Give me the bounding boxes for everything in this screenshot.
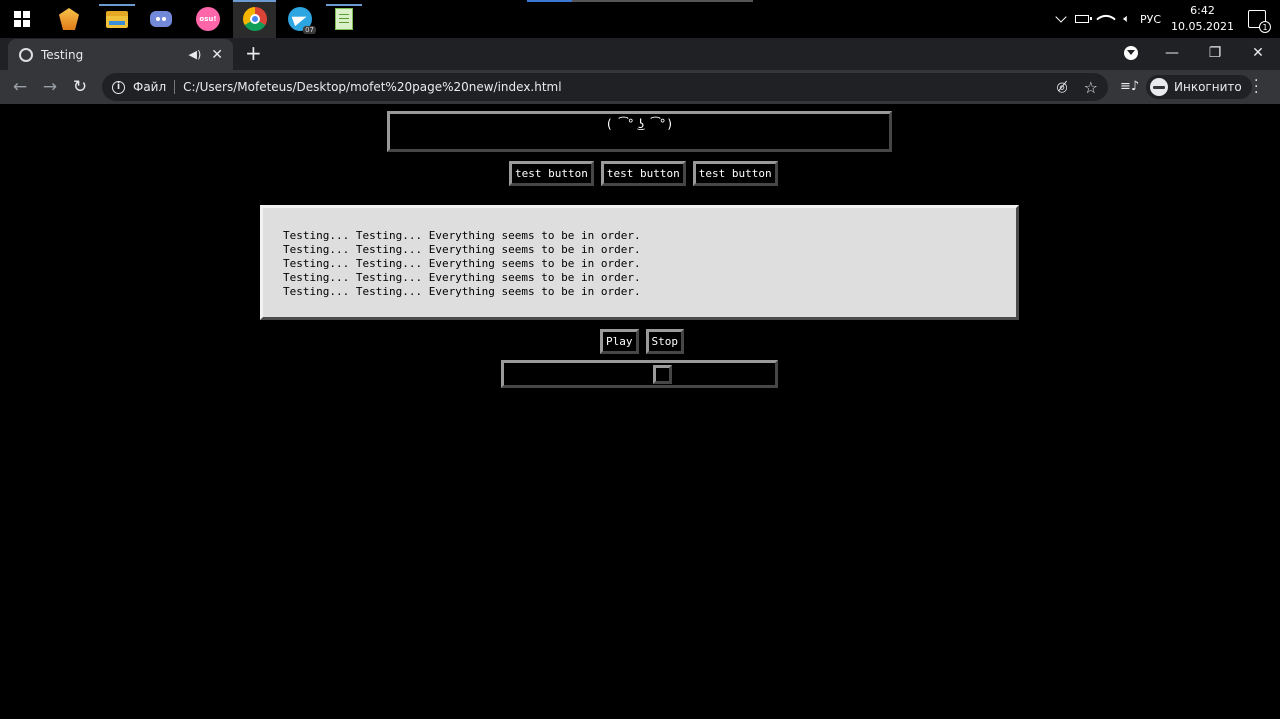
telegram-icon: 07 xyxy=(288,7,316,34)
log-line: Testing... Testing... Everything seems t… xyxy=(283,271,641,284)
windows-taskbar: osu! 07 🔈︎ РУС 6:42 10.05.2021 1 xyxy=(0,0,1280,38)
divider xyxy=(174,80,176,94)
taskbar-app-notepad[interactable] xyxy=(326,4,362,34)
volume-control[interactable]: 🔈︎ xyxy=(1123,12,1130,26)
reload-icon: ↻ xyxy=(72,77,88,97)
osu-icon: osu! xyxy=(196,7,220,31)
incognito-icon xyxy=(1150,78,1168,96)
slider-thumb[interactable] xyxy=(653,365,672,384)
chevron-down-icon xyxy=(1124,46,1138,60)
arrow-right-icon: → xyxy=(42,77,58,97)
eye-off-icon[interactable]: ◎̸ xyxy=(1056,80,1067,95)
face-text: ( ͡° ͜ʖ ͡°) xyxy=(605,117,674,131)
taskbar-app-telegram[interactable]: 07 xyxy=(284,4,316,34)
speaker-icon: 🔈︎ xyxy=(1123,12,1130,25)
active-indicator xyxy=(326,4,362,6)
back-button[interactable]: ← xyxy=(8,75,32,99)
restore-icon: ❐ xyxy=(1208,45,1222,61)
log-output: Testing... Testing... Everything seems t… xyxy=(260,205,1019,320)
menu-kebab-icon[interactable]: · · · xyxy=(1254,74,1258,100)
reload-button[interactable]: ↻ xyxy=(68,75,92,99)
folder-icon xyxy=(106,10,128,28)
restore-button[interactable]: ❐ xyxy=(1193,38,1237,68)
media-controls: Play Stop xyxy=(600,329,691,354)
taskbar-app-chrome[interactable] xyxy=(233,0,276,38)
browser-tab-strip: Testing ◀︎) ✕ + — ❐ ✕ xyxy=(0,38,1280,70)
tab-close-icon[interactable]: ✕ xyxy=(211,47,223,63)
action-center-button[interactable]: 1 xyxy=(1248,10,1271,33)
language-label: РУС xyxy=(1139,12,1162,26)
log-line: Testing... Testing... Everything seems t… xyxy=(283,243,641,256)
browser-toolbar: ← → ↻ i Файл C:/Users/Mofeteus/Desktop/m… xyxy=(0,70,1280,104)
stop-button[interactable]: Stop xyxy=(645,329,684,354)
taskbar-app-fl-studio[interactable] xyxy=(53,4,85,34)
fl-studio-icon xyxy=(59,8,79,30)
show-hidden-icons-button[interactable] xyxy=(1055,11,1068,23)
tab-testing[interactable]: Testing ◀︎) ✕ xyxy=(8,39,233,70)
osu-label: osu! xyxy=(199,15,217,23)
media-controls-icon[interactable]: ≡♪ xyxy=(1120,79,1139,95)
clock-time: 6:42 xyxy=(1190,4,1215,17)
new-tab-button[interactable]: + xyxy=(245,43,262,63)
log-line: Testing... Testing... Everything seems t… xyxy=(283,257,641,270)
battery-icon xyxy=(1075,15,1093,23)
notification-count: 1 xyxy=(1259,21,1271,33)
wifi-status[interactable] xyxy=(1096,9,1117,29)
minimize-button[interactable]: — xyxy=(1150,38,1194,68)
discord-icon xyxy=(150,11,172,27)
close-window-button[interactable]: ✕ xyxy=(1236,38,1280,68)
url-text[interactable]: C:/Users/Mofeteus/Desktop/mofet%20page%2… xyxy=(183,80,561,94)
log-line: Testing... Testing... Everything seems t… xyxy=(283,285,641,298)
taskbar-app-osu[interactable]: osu! xyxy=(192,4,224,34)
telegram-badge: 07 xyxy=(303,26,316,34)
page-viewport: ( ͡° ͜ʖ ͡°) test button test button test… xyxy=(0,104,1280,719)
test-button-1[interactable]: test button xyxy=(509,161,594,186)
test-button-row: test button test button test button xyxy=(509,161,785,186)
info-icon[interactable]: i xyxy=(112,80,125,94)
active-indicator xyxy=(233,0,276,2)
active-indicator xyxy=(99,4,135,6)
url-scheme-label: Файл xyxy=(133,80,167,94)
taskbar-progress-indicator xyxy=(527,0,753,2)
chrome-icon xyxy=(242,7,267,31)
arrow-left-icon: ← xyxy=(12,77,28,97)
incognito-label: Инкогнито xyxy=(1174,80,1242,94)
test-button-2[interactable]: test button xyxy=(600,161,686,186)
system-tray: 🔈︎ РУС 6:42 10.05.2021 1 xyxy=(1055,0,1280,38)
tab-title: Testing xyxy=(41,47,84,62)
chevron-up-icon xyxy=(1055,11,1068,23)
play-button[interactable]: Play xyxy=(600,329,639,354)
taskbar-app-file-explorer[interactable] xyxy=(99,4,135,34)
battery-status[interactable] xyxy=(1075,15,1093,23)
face-display: ( ͡° ͜ʖ ͡°) xyxy=(387,111,892,152)
forward-button[interactable]: → xyxy=(38,75,62,99)
address-bar[interactable]: i Файл C:/Users/Mofeteus/Desktop/mofet%2… xyxy=(102,73,1108,101)
test-button-3[interactable]: test button xyxy=(692,161,778,186)
minimize-icon: — xyxy=(1165,45,1179,61)
wifi-icon xyxy=(1096,9,1117,29)
bookmark-star-icon[interactable]: ☆ xyxy=(1084,78,1098,97)
audio-playing-icon[interactable]: ◀︎) xyxy=(189,48,202,61)
clock[interactable]: 6:42 10.05.2021 xyxy=(1171,3,1234,35)
windows-logo-icon xyxy=(14,11,30,27)
log-line: Testing... Testing... Everything seems t… xyxy=(283,229,641,242)
incognito-profile-button[interactable]: Инкогнито xyxy=(1146,75,1252,99)
close-icon: ✕ xyxy=(1252,45,1264,61)
globe-icon xyxy=(19,47,33,62)
language-indicator[interactable]: РУС xyxy=(1140,13,1161,26)
taskbar-app-discord[interactable] xyxy=(145,4,177,34)
profile-menu-button[interactable] xyxy=(1109,38,1153,68)
clock-date: 10.05.2021 xyxy=(1171,20,1234,33)
start-button[interactable] xyxy=(6,4,38,34)
progress-slider[interactable] xyxy=(501,360,778,388)
notepad-icon xyxy=(335,8,353,30)
